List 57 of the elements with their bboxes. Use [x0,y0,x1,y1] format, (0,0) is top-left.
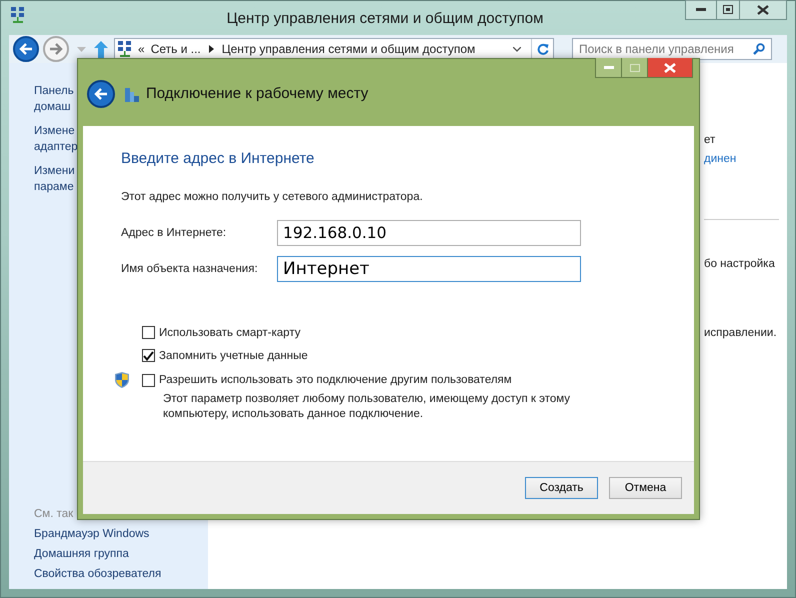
checkbox-label[interactable]: Разрешить использовать это подключение другим пользователям [159,374,512,386]
field-label: Имя объекта назначения: [121,263,259,275]
up-arrow-icon[interactable] [94,40,108,58]
create-button[interactable]: Создать [525,477,598,499]
dialog-title: Подключение к рабочему месту [146,85,368,102]
back-button[interactable] [87,80,115,108]
checkbox-label[interactable]: Запомнить учетные данные [159,350,308,362]
window-title: Центр управления сетями и общим доступом [226,10,544,26]
arrow-left-icon [19,43,33,55]
minimize-button[interactable] [596,58,622,77]
sidebar-link[interactable]: Свойства обозревателя [34,566,162,583]
content-text: исправлении. [704,326,777,341]
checkbox[interactable] [142,326,155,339]
sidebar-link[interactable]: Панель домаш [34,83,74,115]
minimize-button[interactable] [686,0,717,19]
maximize-icon [630,64,640,72]
close-button[interactable] [740,0,786,19]
refresh-icon [536,43,548,55]
building-icon [124,86,140,102]
back-button[interactable] [13,36,39,62]
breadcrumb-item[interactable]: Центр управления сетями и общим доступом [222,42,476,56]
breadcrumb-item[interactable]: Сеть и ... [150,42,201,56]
sidebar-link[interactable]: Измене адаптер [34,123,78,155]
overflow-chevron[interactable]: « [138,42,145,56]
see-also-heading: См. так [34,508,74,520]
chevron-down-icon[interactable] [513,46,521,52]
close-icon [664,62,676,72]
search-icon [753,43,765,55]
minimize-icon [696,8,706,12]
sidebar-link[interactable]: Домашняя группа [34,546,129,563]
input-field[interactable]: Интернет [277,256,581,282]
search-field[interactable]: Поиск в панели управления [572,38,772,60]
arrow-left-icon [94,88,108,100]
close-button[interactable] [648,58,692,77]
address-bar[interactable]: « Сеть и ... Центр управления сетями и общим доступом [114,38,554,60]
network-icon [118,41,132,57]
maximize-button[interactable] [717,0,740,19]
cancel-button[interactable]: Отмена [609,477,682,499]
checkbox[interactable] [142,374,155,386]
close-icon [757,4,769,14]
content-link[interactable]: динен [704,151,736,167]
breadcrumb-arrow-icon[interactable] [208,45,214,53]
network-icon [11,7,25,23]
dialog-heading: Введите адрес в Интернете [121,150,316,167]
content-text: бо настройка [704,257,775,272]
content-text: ет [704,133,716,148]
sidebar-link[interactable]: Измени параме [34,163,75,195]
sidebar-link[interactable]: Брандмауэр Windows [34,526,150,543]
minimize-icon [604,66,614,70]
checkbox[interactable] [142,349,155,362]
checkbox-label[interactable]: Использовать смарт-карту [159,326,300,338]
description-text: Этот адрес можно получить у сетевого администратора. [121,191,424,203]
note-text: Этот параметр позволяет любому пользователю, имеющему доступ к этому компьютеру, использовать данное подключение. [163,392,572,422]
input-field[interactable]: 192.168.0.10 [277,220,581,246]
field-label: Адрес в Интернете: [121,227,228,239]
arrow-right-icon [49,43,63,55]
maximize-icon [723,5,733,14]
